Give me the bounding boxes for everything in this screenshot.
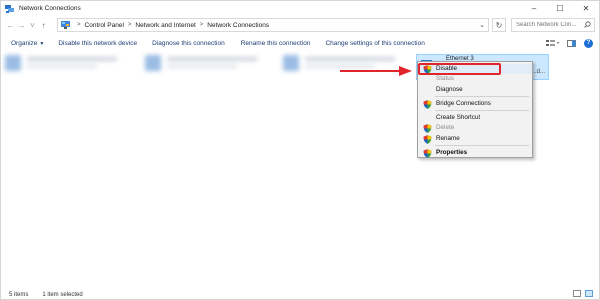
menu-separator (435, 110, 529, 111)
organize-label: Organize (11, 39, 38, 47)
breadcrumb-separator: > (199, 22, 204, 28)
change-settings-button[interactable]: Change settings of this connection (325, 40, 424, 47)
address-row: ← → ˅ ↑ > Control Panel > Network and In… (1, 16, 599, 34)
diagnose-connection-button[interactable]: Diagnose this connection (152, 40, 225, 47)
selection-count: 1 item selected (42, 291, 83, 298)
title-bar: Network Connections – ☐ ✕ (1, 1, 599, 16)
change-view-icon[interactable] (546, 39, 559, 47)
search-input[interactable] (516, 22, 578, 28)
details-view-icon[interactable] (573, 290, 581, 297)
minimize-button[interactable]: – (521, 1, 547, 16)
search-box[interactable] (511, 18, 595, 32)
list-item[interactable] (1, 51, 126, 83)
uac-shield-icon (423, 149, 432, 158)
menu-item-label: Properties (436, 149, 468, 156)
red-highlight-box (418, 63, 501, 75)
uac-shield-icon (423, 124, 432, 133)
menu-item-label: Rename (436, 135, 460, 142)
back-button[interactable]: ← (5, 18, 16, 32)
status-view-toggles (573, 290, 593, 297)
preview-pane-icon[interactable] (567, 39, 576, 47)
menu-item-properties[interactable]: Properties (418, 148, 532, 158)
organize-menu[interactable]: Organize ▼ (11, 40, 44, 47)
breadcrumb-separator: > (77, 22, 81, 28)
disable-device-button[interactable]: Disable this network device (58, 40, 137, 47)
rename-connection-button[interactable]: Rename this connection (241, 40, 311, 47)
context-menu: Disable Status Diagnose Bridge Connectio… (417, 61, 533, 158)
breadcrumb-separator: > (127, 22, 132, 28)
close-button[interactable]: ✕ (573, 1, 599, 16)
uac-shield-icon (423, 100, 432, 109)
connection-detail: ...d... (531, 69, 545, 75)
network-connections-icon (5, 4, 14, 13)
refresh-button[interactable]: ↻ (492, 18, 506, 32)
breadcrumb-network-and-internet[interactable]: Network and Internet (135, 22, 195, 29)
breadcrumb-control-panel[interactable]: Control Panel (85, 22, 124, 29)
chevron-down-icon: ▼ (39, 40, 45, 47)
window-controls: – ☐ ✕ (521, 1, 599, 16)
menu-separator (435, 145, 529, 146)
breadcrumb-network-connections[interactable]: Network Connections (207, 22, 269, 29)
window-title: Network Connections (19, 5, 81, 12)
address-history-dropdown[interactable]: ⌄ (479, 21, 485, 29)
menu-item-bridge-connections[interactable]: Bridge Connections (418, 99, 532, 109)
large-icons-view-icon[interactable] (585, 290, 593, 297)
menu-item-delete: Delete (418, 123, 532, 133)
menu-item-create-shortcut[interactable]: Create Shortcut (418, 113, 532, 123)
forward-button[interactable]: → (16, 18, 27, 32)
menu-item-label: Create Shortcut (436, 114, 481, 121)
menu-item-label: Status (436, 75, 454, 82)
menu-separator (435, 96, 529, 97)
menu-item-status: Status (418, 74, 532, 84)
list-item[interactable] (141, 51, 266, 83)
command-bar: Organize ▼ Disable this network device Di… (1, 36, 599, 50)
menu-item-label: Bridge Connections (436, 100, 491, 107)
explorer-window: Network Connections – ☐ ✕ ← → ˅ ↑ > Cont… (0, 0, 600, 300)
address-bar[interactable]: > Control Panel > Network and Internet >… (57, 18, 489, 32)
search-icon (584, 21, 591, 30)
view-tools: ? (546, 36, 593, 50)
status-bar: 5 items 1 item selected (1, 289, 599, 300)
up-button[interactable]: ↑ (38, 18, 49, 32)
recent-locations-button[interactable]: ˅ (27, 18, 38, 32)
menu-item-label: Delete (436, 124, 455, 131)
help-icon[interactable]: ? (584, 38, 593, 48)
menu-item-rename[interactable]: Rename (418, 134, 532, 144)
menu-item-label: Diagnose (436, 86, 463, 93)
menu-item-diagnose[interactable]: Diagnose (418, 85, 532, 95)
control-panel-icon (61, 21, 70, 29)
item-count: 5 items (9, 291, 29, 298)
red-arrow-annotation (340, 66, 412, 76)
uac-shield-icon (423, 135, 432, 144)
maximize-button[interactable]: ☐ (547, 1, 573, 16)
